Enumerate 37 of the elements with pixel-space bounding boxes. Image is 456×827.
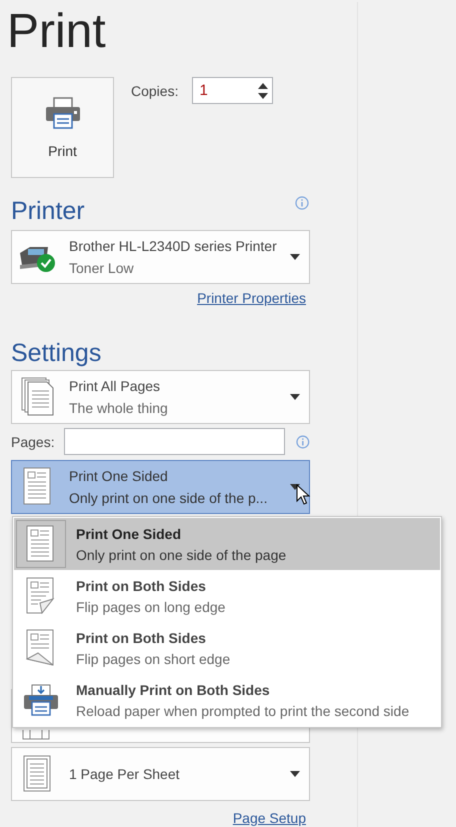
printer-name: Brother HL-L2340D series Printer [69, 238, 278, 254]
page-setup-link[interactable]: Page Setup [232, 810, 306, 826]
page-turn-icon [26, 629, 56, 667]
info-icon[interactable] [296, 434, 310, 448]
menu-item[interactable]: Manually Print on Both Sides Reload paper when prompted to print the second side [14, 674, 440, 726]
caret-icon [290, 771, 300, 777]
copies-label: Copies: [131, 82, 178, 98]
sides-subtitle: Only print on one side of the p... [69, 490, 268, 506]
sides-dropdown[interactable]: Print One Sided Only print on one side of the p... [11, 460, 310, 514]
section-heading: Settings [11, 338, 102, 369]
menu-item[interactable]: Print One Sided Only print on one side of the page [14, 518, 440, 570]
cursor-icon [296, 484, 310, 506]
menu-item[interactable]: Print on Both Sides Flip pages on short edge [14, 622, 440, 674]
printer-properties-link[interactable]: Printer Properties [197, 290, 306, 306]
printer-dropdown[interactable]: Brother HL-L2340D series Printer Toner Low [11, 230, 310, 284]
page-turn-icon [26, 577, 56, 615]
print-button[interactable]: Print [11, 77, 114, 178]
page-title: Print [7, 4, 107, 60]
pages-field[interactable] [64, 428, 286, 455]
pages-label: Pages: [11, 434, 56, 450]
range-title: Print All Pages [69, 378, 162, 394]
info-icon[interactable] [295, 196, 309, 210]
menu-item[interactable]: Print on Both Sides Flip pages on long edge [14, 570, 440, 622]
pages-per-sheet-title: 1 Page Per Sheet [69, 766, 181, 782]
down-arrow-icon[interactable] [258, 92, 268, 98]
pages-per-sheet-dropdown[interactable]: 1 Page Per Sheet [11, 747, 310, 801]
printer-icon [23, 684, 59, 716]
caret-icon [290, 394, 300, 400]
page-range-dropdown[interactable]: Print All Pages The whole thing [11, 370, 310, 424]
section-heading: Printer [11, 196, 85, 227]
caret-icon [290, 254, 300, 260]
copies-spinner[interactable]: 1 [192, 77, 274, 104]
sides-title: Print One Sided [69, 468, 169, 484]
up-arrow-icon[interactable] [258, 82, 268, 88]
range-subtitle: The whole thing [69, 400, 169, 416]
printer-icon [44, 96, 80, 128]
printer-status: Toner Low [69, 260, 135, 276]
